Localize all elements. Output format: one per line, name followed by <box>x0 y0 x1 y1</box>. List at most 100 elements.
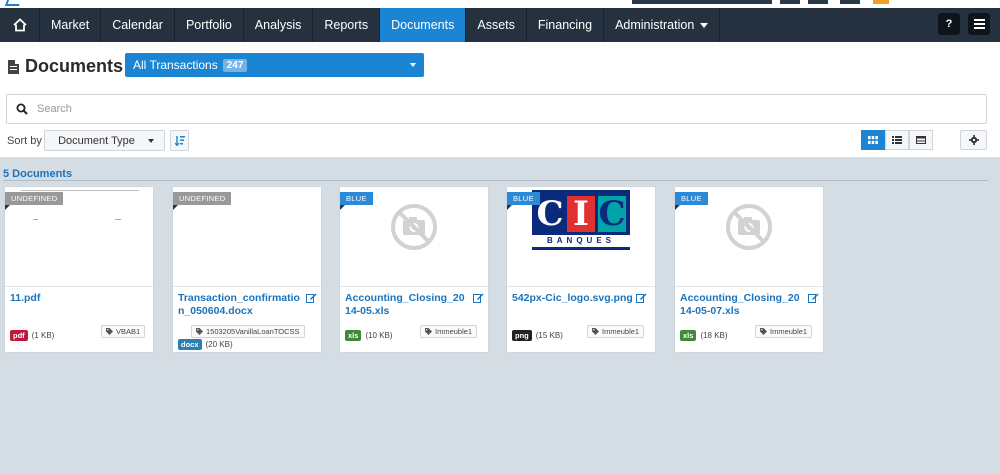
search-box <box>6 94 987 124</box>
pdf-preview-mark <box>33 219 38 220</box>
file-size: (18 KB) <box>700 331 728 340</box>
nav-item-documents[interactable]: Documents <box>380 8 467 42</box>
document-name-link[interactable]: Transaction_confirmation_050604.docx <box>178 292 303 318</box>
edit-button[interactable] <box>636 292 647 306</box>
hamburger-icon <box>973 19 985 29</box>
file-size: (1 KB) <box>31 331 55 340</box>
list-view-button[interactable] <box>885 130 909 150</box>
nav-home[interactable] <box>0 8 40 42</box>
table-view-button[interactable] <box>909 130 933 150</box>
gear-icon <box>968 135 979 145</box>
tag-label: Immeuble1 <box>602 327 640 336</box>
file-size: (15 KB) <box>535 331 563 340</box>
document-meta: pdf (1 KB) <box>10 330 54 341</box>
status-ribbon: UNDEFINED <box>173 192 232 210</box>
menu-button[interactable] <box>968 13 990 35</box>
tag-label: 1503205VanillaLoanTOCSS <box>206 327 300 336</box>
nav-item-label: Reports <box>324 18 369 32</box>
asset-tag[interactable]: Immeuble1 <box>755 325 813 338</box>
tag-icon <box>425 328 432 335</box>
sort-order-button[interactable] <box>170 130 189 151</box>
filter-count-badge: 247 <box>222 58 248 72</box>
search-icon <box>7 103 37 115</box>
document-card[interactable]: UNDEFINED Transaction_confirmation_05060… <box>173 187 321 352</box>
grid-view-icon <box>868 136 878 144</box>
page-title: Documents <box>8 56 123 77</box>
asset-tag[interactable]: 1503205VanillaLoanTOCSS <box>191 325 305 338</box>
status-ribbon: UNDEFINED <box>5 192 64 210</box>
asset-tag[interactable]: Immeuble1 <box>420 325 478 338</box>
nav-item-label: Portfolio <box>185 18 232 32</box>
document-name-link[interactable]: Accounting_Closing_2014-05-07.xls <box>680 292 805 318</box>
nav-item-reports[interactable]: Reports <box>313 8 381 42</box>
nav-item-analysis[interactable]: Analysis <box>244 8 314 42</box>
document-name-link[interactable]: 11.pdf <box>10 292 135 305</box>
page-title-text: Documents <box>25 56 124 76</box>
asset-tag[interactable]: VBAB1 <box>101 325 146 338</box>
tag-label: Immeuble1 <box>435 327 473 336</box>
list-view-icon <box>892 136 902 144</box>
document-meta: xls (18 KB) <box>680 330 728 341</box>
top-strip <box>0 0 1000 8</box>
document-card[interactable]: C I C BANQUES BLUE 542px-Cic_logo.svg.pn… <box>507 187 655 352</box>
nav-item-label: Documents <box>391 18 455 32</box>
cic-logo-letter: C <box>598 194 626 234</box>
tag-icon <box>592 328 599 335</box>
file-type-badge: pdf <box>10 330 28 341</box>
nav-item-market[interactable]: Market <box>40 8 102 42</box>
tag-icon <box>760 328 767 335</box>
documents-header: Documents All Transactions 247 Sort by D… <box>0 42 1000 157</box>
nav-item-administration[interactable]: Administration <box>604 8 721 42</box>
pdf-preview-mark <box>115 219 121 220</box>
document-name-link[interactable]: 542px-Cic_logo.svg.png <box>512 292 637 305</box>
edit-icon <box>306 293 317 303</box>
strip-bar <box>873 0 889 4</box>
edit-icon <box>636 293 647 303</box>
sort-label: Sort by <box>7 135 42 147</box>
nav-item-label: Analysis <box>254 18 302 32</box>
no-preview-icon <box>726 204 772 250</box>
strip-bar <box>780 0 800 4</box>
nav-item-financing[interactable]: Financing <box>527 8 605 42</box>
cic-logo-letter: I <box>567 196 595 232</box>
transaction-filter-select[interactable]: All Transactions 247 <box>125 53 424 77</box>
settings-button[interactable] <box>960 130 987 150</box>
home-icon <box>12 18 27 32</box>
chevron-down-icon <box>410 63 416 67</box>
edit-button[interactable] <box>808 292 819 306</box>
document-thumbnail: C I C BANQUES BLUE <box>507 187 655 287</box>
sort-field-select[interactable]: Document Type <box>44 130 165 151</box>
nav-item-calendar[interactable]: Calendar <box>101 8 175 42</box>
nav-item-portfolio[interactable]: Portfolio <box>175 8 244 42</box>
sort-order-icon <box>174 136 185 146</box>
grid-view-button[interactable] <box>861 130 885 150</box>
document-card[interactable]: UNDEFINED 11.pdf pdf (1 KB) VBAB1 <box>5 187 153 352</box>
asset-tag[interactable]: Immeuble1 <box>587 325 645 338</box>
cic-logo-letter: C <box>536 194 564 234</box>
document-thumbnail: BLUE <box>675 187 823 287</box>
sort-field-value: Document Type <box>58 134 135 147</box>
main-navbar: Market Calendar Portfolio Analysis Repor… <box>0 8 1000 42</box>
filter-label: All Transactions <box>133 58 218 72</box>
document-card[interactable]: BLUE Accounting_Closing_2014-05-07.xls x… <box>675 187 823 352</box>
documents-count-heading: 5 Documents <box>3 168 73 180</box>
file-type-badge: xls <box>680 330 697 341</box>
nav-item-assets[interactable]: Assets <box>466 8 527 42</box>
document-meta: png (15 KB) <box>512 330 563 341</box>
document-thumbnail: UNDEFINED <box>173 187 321 287</box>
help-button[interactable]: ? <box>938 13 960 35</box>
no-preview-icon <box>391 204 437 250</box>
edit-icon <box>473 293 484 303</box>
edit-button[interactable] <box>306 292 317 306</box>
tag-icon <box>196 328 203 335</box>
documents-content: 5 Documents UNDEFINED 11.pdf pdf (1 KB) … <box>0 157 1000 474</box>
document-name-link[interactable]: Accounting_Closing_2014-05.xls <box>345 292 470 318</box>
edit-button[interactable] <box>473 292 484 306</box>
help-label: ? <box>945 18 953 30</box>
document-card[interactable]: BLUE Accounting_Closing_2014-05.xls xls … <box>340 187 488 352</box>
table-view-icon <box>916 136 926 144</box>
view-mode-group <box>861 130 933 150</box>
tag-icon <box>106 328 113 335</box>
search-input[interactable] <box>37 103 937 115</box>
tag-label: VBAB1 <box>116 327 141 336</box>
